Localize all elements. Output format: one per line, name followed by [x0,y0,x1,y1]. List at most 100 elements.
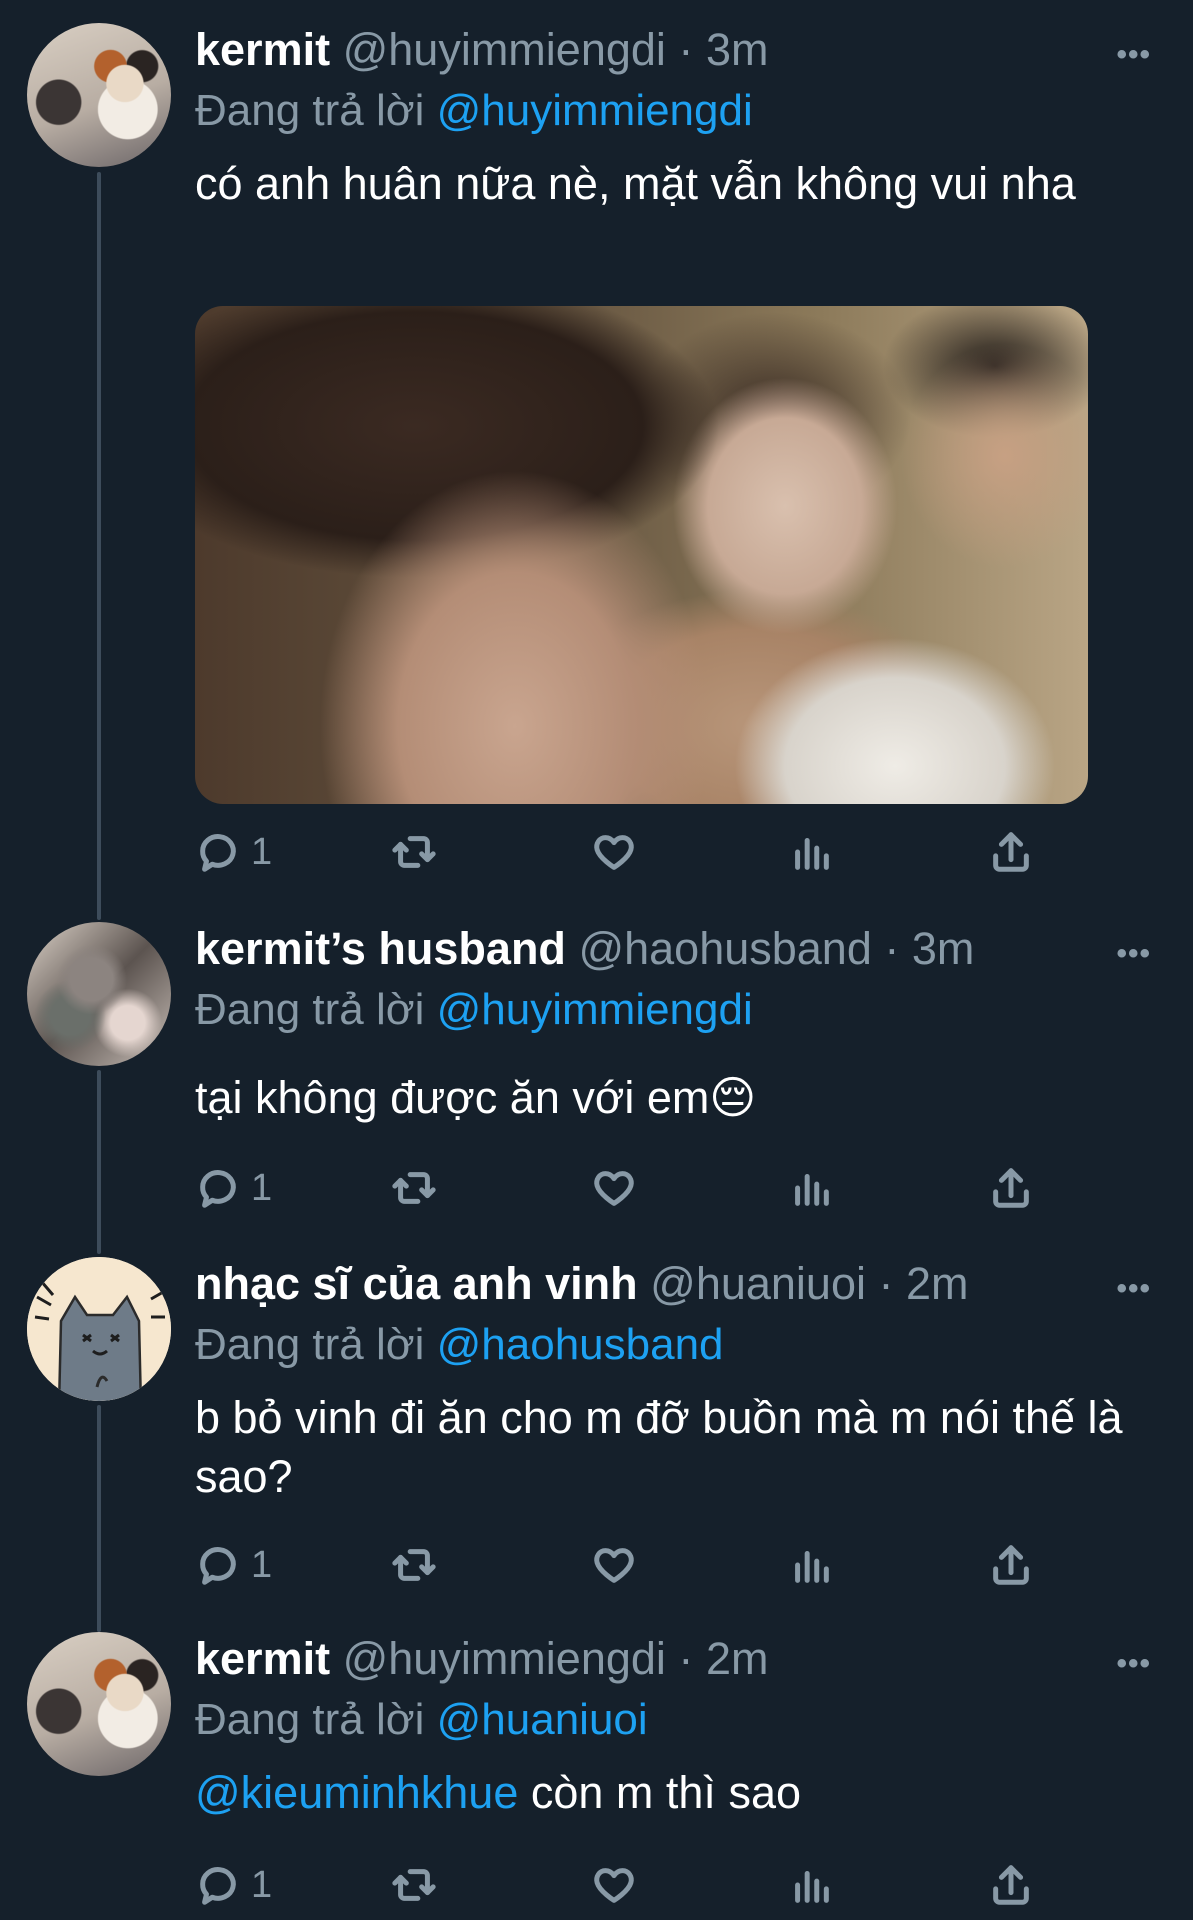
share-button[interactable] [988,1537,1034,1593]
action-bar: 1 [195,1160,1065,1216]
retweet-button[interactable] [391,1537,437,1593]
drawn-cat-icon [27,1257,171,1401]
retweet-button[interactable] [391,1857,437,1913]
retweet-icon [392,1172,436,1204]
avatar[interactable] [27,1257,171,1401]
timestamp[interactable]: 2m [906,1258,969,1309]
timestamp[interactable]: 2m [706,1633,769,1684]
user-handle[interactable]: @huaniuoi [650,1258,866,1309]
more-horizontal-icon[interactable]: ••• [1116,38,1151,72]
like-button[interactable] [591,1537,637,1593]
more-horizontal-icon[interactable]: ••• [1116,937,1151,971]
display-name[interactable]: kermit’s husband [195,923,566,974]
timestamp[interactable]: 3m [912,923,975,974]
reply-button[interactable]: 1 [195,824,272,880]
tweet-text: @kieuminhkhue còn m thì sao [195,1763,1133,1822]
reply-icon [200,1867,236,1905]
replying-prefix: Đang trả lời [195,86,425,135]
reply-button[interactable]: 1 [195,1537,272,1593]
analytics-button[interactable] [788,824,834,880]
like-button[interactable] [591,824,637,880]
reply-count: 1 [251,1166,273,1209]
replying-prefix: Đang trả lời [195,985,425,1034]
tweet-text: tại không được ăn với em😔 [195,1072,757,1123]
tweet[interactable]: kermit’s husband @haohusband · 3m ••• Đa… [0,900,1193,1235]
tweet-header: kermit @huyimmiengdi · 3m [195,22,1093,78]
tweet-text: b bỏ vinh đi ăn cho m đỡ buồn mà m nói t… [195,1392,1123,1502]
retweet-icon [392,836,436,868]
user-handle[interactable]: @huyimmiengdi [343,1633,666,1684]
replying-prefix: Đang trả lời [195,1320,425,1369]
avatar[interactable] [27,1632,171,1776]
mention-link[interactable]: @huyimmiengdi [437,985,753,1034]
share-icon [993,832,1029,872]
share-button[interactable] [988,1857,1034,1913]
mention-link[interactable]: @haohusband [437,1320,724,1369]
retweet-button[interactable] [391,1160,437,1216]
tweet-header: kermit’s husband @haohusband · 3m [195,921,1093,977]
reply-count: 1 [251,830,273,873]
avatar[interactable] [27,23,171,167]
share-icon [993,1168,1029,1208]
tweet-photo[interactable] [195,306,1088,804]
analytics-icon [795,838,829,870]
separator-dot: · [678,1633,694,1684]
reply-icon [200,1170,236,1208]
analytics-button[interactable] [788,1160,834,1216]
replying-to: Đang trả lời @huyimmiengdi [195,982,753,1038]
reply-icon [200,834,236,872]
avatar[interactable] [27,922,171,1066]
replying-to: Đang trả lời @huyimmiengdi [195,83,753,139]
share-icon [993,1545,1029,1585]
reply-count: 1 [251,1543,273,1586]
analytics-button[interactable] [788,1857,834,1913]
replying-to: Đang trả lời @huaniuoi [195,1692,648,1748]
heart-icon [594,1171,634,1206]
heart-icon [594,1548,634,1583]
user-handle[interactable]: @haohusband [578,923,871,974]
reply-button[interactable]: 1 [195,1160,272,1216]
mention-link[interactable]: @huyimmiengdi [437,86,753,135]
heart-icon [594,835,634,870]
analytics-icon [795,1551,829,1583]
retweet-button[interactable] [391,824,437,880]
mention-link[interactable]: @huaniuoi [437,1695,648,1744]
reply-count: 1 [251,1863,273,1906]
separator-dot: · [884,923,900,974]
tweet-header: nhạc sĩ của anh vinh @huaniuoi · 2m [195,1256,1093,1312]
action-bar: 1 [195,1537,1065,1593]
separator-dot: · [878,1258,894,1309]
reply-icon [200,1547,236,1585]
action-bar: 1 [195,824,1065,880]
like-button[interactable] [591,1160,637,1216]
tweet[interactable]: nhạc sĩ của anh vinh @huaniuoi · 2m ••• … [0,1235,1193,1610]
separator-dot: · [678,24,694,75]
tweet-text: có anh huân nữa nè, mặt vẫn không vui nh… [195,158,1076,209]
mention-link[interactable]: @kieuminhkhue [195,1767,518,1818]
analytics-icon [795,1871,829,1903]
display-name[interactable]: kermit [195,24,330,75]
share-button[interactable] [988,1160,1034,1216]
share-button[interactable] [988,824,1034,880]
timestamp[interactable]: 3m [706,24,769,75]
display-name[interactable]: nhạc sĩ của anh vinh [195,1258,638,1309]
display-name[interactable]: kermit [195,1633,330,1684]
heart-icon [594,1868,634,1903]
replying-to: Đang trả lời @haohusband [195,1317,724,1373]
tweet[interactable]: kermit @huyimmiengdi · 3m ••• Đang trả l… [0,0,1193,900]
analytics-button[interactable] [788,1537,834,1593]
tweet-header: kermit @huyimmiengdi · 2m [195,1631,1093,1687]
tweet[interactable]: kermit @huyimmiengdi · 2m ••• Đang trả l… [0,1610,1193,1920]
more-horizontal-icon[interactable]: ••• [1116,1272,1151,1306]
share-icon [993,1865,1029,1905]
user-handle[interactable]: @huyimmiengdi [343,24,666,75]
analytics-icon [795,1174,829,1206]
like-button[interactable] [591,1857,637,1913]
more-horizontal-icon[interactable]: ••• [1116,1647,1151,1681]
action-bar: 1 [195,1857,1065,1913]
retweet-icon [392,1869,436,1901]
tweet-text-rest: còn m thì sao [518,1767,801,1818]
reply-button[interactable]: 1 [195,1857,272,1913]
replying-prefix: Đang trả lời [195,1695,425,1744]
retweet-icon [392,1549,436,1581]
